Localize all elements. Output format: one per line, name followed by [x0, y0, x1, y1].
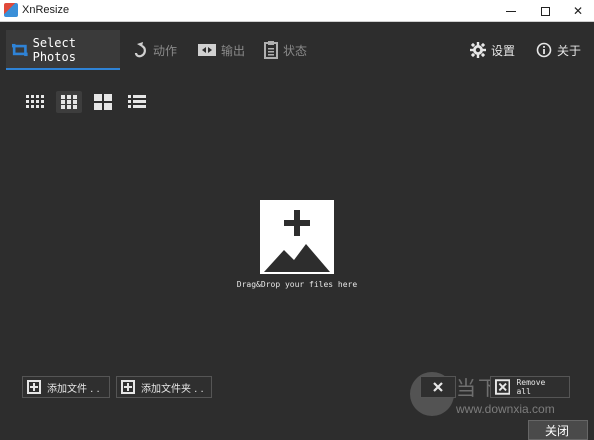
- close-window-button[interactable]: ✕: [563, 0, 593, 22]
- view-list-button[interactable]: [124, 91, 150, 113]
- remove-button[interactable]: [420, 376, 456, 398]
- add-file-label: 添加文件 . .: [47, 383, 100, 395]
- watermark-url: www.downxia.com: [456, 402, 555, 416]
- title-bar: XnResize ✕: [0, 0, 594, 22]
- drop-zone-text: Drag&Drop your files here: [236, 280, 358, 289]
- photo-select-icon: [12, 43, 28, 57]
- maximize-button[interactable]: [530, 0, 560, 22]
- tab-action-label: 动作: [153, 43, 178, 58]
- main-tab-bar: Select Photos 动作 输出 状态 设置 关于: [0, 22, 594, 74]
- add-image-icon: [264, 210, 330, 272]
- app-logo-icon: [4, 3, 18, 17]
- close-button[interactable]: 关闭: [528, 420, 588, 440]
- list-view-icon: [128, 95, 146, 108]
- about-label: 关于: [557, 43, 582, 58]
- close-label: 关闭: [544, 423, 569, 438]
- view-medium-grid-button[interactable]: [56, 91, 82, 113]
- remove-all-label: Remove all: [516, 378, 546, 396]
- tab-output-label: 输出: [221, 43, 246, 58]
- tab-select-photos[interactable]: Select Photos: [6, 30, 120, 70]
- view-mode-toolbar: [22, 91, 150, 115]
- tab-status[interactable]: 状态: [264, 30, 307, 70]
- add-file-icon: [27, 380, 41, 394]
- add-file-button[interactable]: 添加文件 . .: [22, 376, 110, 398]
- active-tab-indicator: [6, 68, 120, 70]
- about-button[interactable]: 关于: [536, 30, 581, 70]
- info-icon: [536, 42, 552, 58]
- drop-zone-add-image-icon[interactable]: [260, 200, 334, 274]
- remove-icon: [433, 382, 443, 392]
- add-folder-label: 添加文件夹 . .: [141, 383, 204, 395]
- maximize-icon: [540, 6, 550, 16]
- clipboard-icon: [264, 41, 278, 59]
- add-folder-button[interactable]: 添加文件夹 . .: [116, 376, 212, 398]
- view-large-grid-button[interactable]: [90, 91, 116, 113]
- action-icon: [134, 42, 146, 58]
- gear-icon: [470, 42, 486, 58]
- close-icon: ✕: [572, 4, 584, 18]
- view-small-grid-button[interactable]: [22, 91, 48, 113]
- tab-status-label: 状态: [283, 43, 308, 58]
- window-title: XnResize: [22, 4, 70, 16]
- small-grid-icon: [26, 95, 44, 108]
- settings-label: 设置: [491, 43, 516, 58]
- tab-action[interactable]: 动作: [134, 30, 177, 70]
- tab-select-photos-label: Select Photos: [32, 36, 76, 64]
- settings-button[interactable]: 设置: [470, 30, 515, 70]
- large-grid-icon: [94, 94, 112, 110]
- minimize-icon: [506, 10, 516, 12]
- tab-output[interactable]: 输出: [198, 30, 245, 70]
- output-icon: [198, 44, 216, 56]
- remove-all-icon: [495, 379, 511, 395]
- add-folder-icon: [121, 380, 135, 394]
- minimize-button[interactable]: [496, 0, 526, 22]
- remove-all-button[interactable]: Remove all: [490, 376, 570, 398]
- medium-grid-icon: [61, 95, 77, 109]
